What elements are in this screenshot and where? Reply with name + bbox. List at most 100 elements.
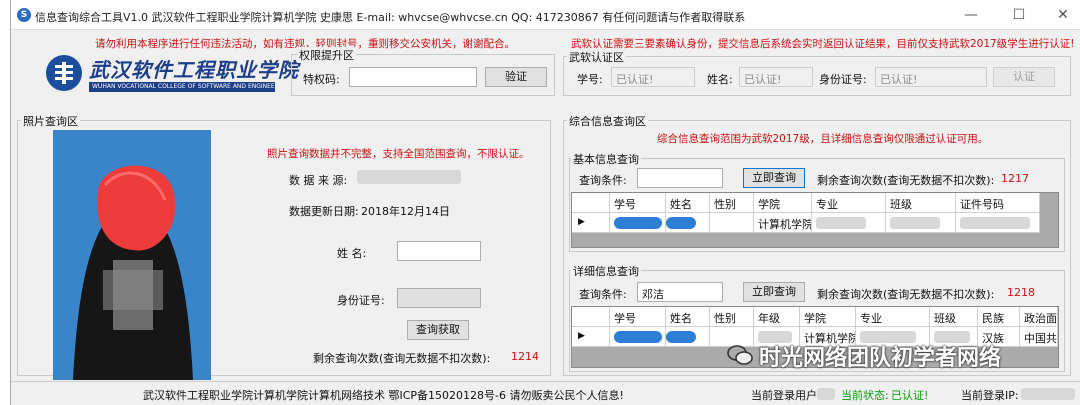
privilege-code-label: 特权码:	[303, 73, 340, 86]
combined-notice: 综合信息查询范围为武软2017级，且详细信息查询仅限通过认证可用。	[657, 133, 989, 145]
basic-table-row[interactable]: ▶ 计算机学院	[572, 213, 1040, 233]
detail-remaining-count: 1218	[1007, 286, 1035, 299]
detail-cond-input[interactable]: 邓洁	[637, 282, 723, 302]
detail-col-name[interactable]: 姓名	[666, 307, 710, 327]
watermark-text: 时光网络团队初学者网络	[759, 346, 1002, 371]
basic-col-gender[interactable]: 性别	[710, 193, 754, 213]
redacted-mark	[666, 331, 696, 343]
detail-cell-name[interactable]	[666, 327, 710, 347]
basic-info-title: 基本信息查询	[571, 151, 641, 167]
status-bar: 武汉软件工程职业学院计算机学院计算机网络技术 鄂ICP备15020128号-6 …	[11, 381, 1080, 405]
photo-remaining-label: 剩余查询次数(查询无数据不扣次数):	[313, 352, 491, 365]
basic-cell-name[interactable]	[666, 213, 710, 233]
basic-col-id-number[interactable]: 证件号码	[956, 193, 1040, 213]
minimize-button[interactable]: —	[959, 6, 983, 24]
detail-cond-label: 查询条件:	[579, 288, 627, 301]
detail-col-grade[interactable]: 年级	[754, 307, 800, 327]
school-logo: 武汉软件工程职业学院 WUHAN VOCATIONAL COLLEGE OF S…	[45, 52, 298, 94]
background-left-strip	[0, 0, 10, 405]
portrait-figure-icon	[53, 130, 211, 380]
basic-cell-class[interactable]	[886, 213, 956, 233]
maximize-button[interactable]: ☐	[1007, 6, 1031, 24]
title-bar: S 信息查询综合工具V1.0 武汉软件工程职业学院计算机学院 史康思 E-mai…	[11, 0, 1080, 30]
photo-updated-label: 数据更新日期:	[289, 205, 359, 218]
basic-cell-student-no[interactable]	[610, 213, 666, 233]
redacted-mark	[890, 217, 940, 229]
basic-cell-college[interactable]: 计算机学院	[754, 213, 812, 233]
basic-result-table[interactable]: 学号 姓名 性别 学院 专业 班级 证件号码 ▶ 计算机学院	[571, 192, 1059, 248]
login-state-label: 当前状态:	[841, 389, 889, 402]
logo-en-text: WUHAN VOCATIONAL COLLEGE OF SOFTWARE AND…	[89, 82, 275, 92]
photo-remaining-count: 1214	[511, 350, 539, 363]
footer-text: 武汉软件工程职业学院计算机学院计算机网络技术 鄂ICP备15020128号-6 …	[143, 389, 624, 402]
wechat-icon	[727, 345, 753, 365]
auth-student-no-field[interactable]: 已认证!	[611, 67, 695, 87]
basic-row-header-blank	[572, 193, 610, 213]
photo-id-input[interactable]	[397, 288, 481, 308]
auth-button[interactable]: 认证	[993, 67, 1055, 87]
detail-col-student-no[interactable]: 学号	[610, 307, 666, 327]
basic-cond-label: 查询条件:	[579, 174, 627, 187]
app-icon: S	[17, 8, 31, 22]
portrait-photo	[53, 130, 211, 380]
photo-name-input[interactable]	[397, 241, 481, 261]
login-user-label: 当前登录用户:	[751, 389, 821, 402]
detail-row-header-blank	[572, 307, 610, 327]
login-ip-label: 当前登录IP:	[961, 389, 1019, 402]
basic-row-marker: ▶	[572, 213, 610, 233]
photo-updated-value: 2018年12月14日	[361, 205, 450, 218]
detail-cell-political[interactable]: 中国共	[1020, 327, 1058, 347]
privilege-code-input[interactable]	[349, 67, 477, 87]
basic-query-button[interactable]: 立即查询	[743, 168, 805, 188]
photo-source-label: 数 据 来 源:	[289, 174, 348, 187]
photo-notice: 照片查询数据并不完整，支持全国范围查询，不限认证。	[267, 148, 530, 160]
detail-col-gender[interactable]: 性别	[710, 307, 754, 327]
basic-table-header: 学号 姓名 性别 学院 专业 班级 证件号码	[572, 193, 1040, 213]
auth-id-label: 身份证号:	[819, 73, 867, 86]
combined-query-title: 综合信息查询区	[567, 113, 648, 129]
basic-col-major[interactable]: 专业	[812, 193, 886, 213]
redacted-mark	[816, 217, 866, 229]
photo-source-value	[357, 170, 461, 184]
detail-query-button[interactable]: 立即查询	[743, 282, 805, 302]
basic-cond-input[interactable]	[637, 168, 723, 188]
auth-warning: 武软认证需要三要素确认身份，提交信息后系统会实时返回认证结果，目前仅支持武软20…	[571, 38, 1075, 50]
basic-col-name[interactable]: 姓名	[666, 193, 710, 213]
detail-col-major[interactable]: 专业	[856, 307, 930, 327]
school-emblem-icon	[46, 55, 82, 91]
redacted-mark	[666, 217, 696, 229]
verify-button[interactable]: 验证	[485, 67, 547, 87]
detail-col-class[interactable]: 班级	[930, 307, 978, 327]
auth-name-label: 姓名:	[707, 73, 733, 86]
basic-remaining-label: 剩余查询次数(查询无数据不扣次数):	[817, 174, 995, 187]
basic-col-student-no[interactable]: 学号	[610, 193, 666, 213]
app-window: S 信息查询综合工具V1.0 武汉软件工程职业学院计算机学院 史康思 E-mai…	[10, 0, 1080, 405]
logo-cn-text: 武汉软件工程职业学院	[89, 58, 299, 82]
detail-remaining-label: 剩余查询次数(查询无数据不扣次数):	[817, 288, 995, 301]
redacted-mark	[960, 217, 1030, 229]
redacted-mark	[614, 217, 662, 229]
basic-cell-major[interactable]	[812, 213, 886, 233]
photo-id-label: 身份证号:	[337, 294, 385, 307]
basic-cell-gender[interactable]	[710, 213, 754, 233]
detail-row-marker: ▶	[572, 327, 610, 347]
detail-cell-student-no[interactable]	[610, 327, 666, 347]
privilege-group-title: 权限提升区	[297, 47, 356, 63]
basic-col-college[interactable]: 学院	[754, 193, 812, 213]
auth-name-field[interactable]: 已认证!	[739, 67, 813, 87]
basic-col-class[interactable]: 班级	[886, 193, 956, 213]
detail-col-college[interactable]: 学院	[800, 307, 856, 327]
redacted-mark	[614, 331, 662, 343]
detail-col-ethnicity[interactable]: 民族	[978, 307, 1020, 327]
window-title: 信息查询综合工具V1.0 武汉软件工程职业学院计算机学院 史康思 E-mail:…	[35, 11, 746, 24]
basic-remaining-count: 1217	[1001, 172, 1029, 185]
detail-col-political[interactable]: 政治面	[1020, 307, 1058, 327]
basic-cell-id-number[interactable]	[956, 213, 1040, 233]
auth-id-field[interactable]: 已认证!	[875, 67, 987, 87]
detail-table-header: 学号 姓名 性别 年级 学院 专业 班级 民族 政治面	[572, 307, 1058, 327]
close-button[interactable]: ✕	[1051, 6, 1075, 24]
photo-name-label: 姓 名:	[337, 247, 367, 260]
photo-query-button[interactable]: 查询获取	[407, 320, 469, 340]
login-ip-value	[1021, 388, 1075, 400]
login-state-value: 已认证!	[891, 389, 929, 402]
